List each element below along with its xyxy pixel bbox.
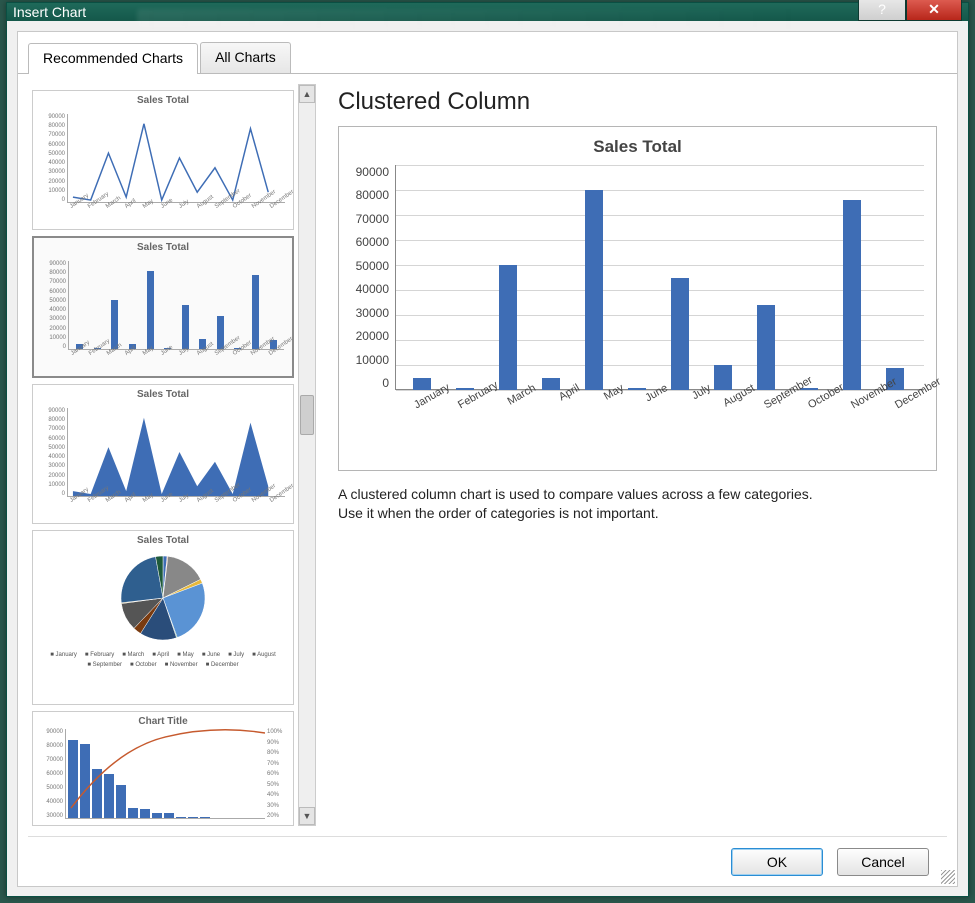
pie-legend: JanuaryFebruaryMarchAprilMayJuneJulyAugu… xyxy=(39,652,287,668)
chart-bars xyxy=(396,165,920,390)
scroll-up-button[interactable]: ▲ xyxy=(299,85,315,103)
chevron-down-icon: ▼ xyxy=(303,811,312,821)
bar xyxy=(542,378,560,391)
bar xyxy=(843,200,861,390)
thumb-pareto-mini: 90000800007000060000500004000030000 100%… xyxy=(39,729,287,819)
titlebar-bg-blur xyxy=(137,9,808,29)
insert-chart-dialog: Insert Chart ? ✕ Recommended Charts All … xyxy=(6,2,969,897)
pie-chart-icon xyxy=(108,548,218,648)
tab-all-charts[interactable]: All Charts xyxy=(200,42,291,73)
x-axis-labels: JanuaryFebruaryMarchAprilMayJuneJulyAugu… xyxy=(395,401,928,413)
window-controls: ? ✕ xyxy=(858,0,962,21)
tab-recommended-charts[interactable]: Recommended Charts xyxy=(28,43,198,74)
bar xyxy=(628,388,646,391)
thumbnail-pareto-chart[interactable]: Chart Title 9000080000700006000050000400… xyxy=(32,711,294,826)
chart-preview[interactable]: Sales Total 9000080000700006000050000400… xyxy=(338,126,937,471)
grid-area xyxy=(395,165,924,390)
thumbnail-pie-chart[interactable]: Sales Total JanuaryFebruaryMarchAprilMay… xyxy=(32,530,294,705)
pareto-line-icon xyxy=(66,729,265,818)
button-label: Cancel xyxy=(861,854,905,870)
desc-line: Use it when the order of categories is n… xyxy=(338,505,659,521)
chart-description: A clustered column chart is used to comp… xyxy=(338,485,937,523)
thumb-title: Sales Total xyxy=(39,535,287,546)
thumb-title: Sales Total xyxy=(39,95,287,106)
titlebar[interactable]: Insert Chart ? ✕ xyxy=(7,3,968,21)
area-chart-icon xyxy=(68,408,285,496)
bar xyxy=(499,265,517,390)
thumb-title: Chart Title xyxy=(39,716,287,727)
chart-title: Sales Total xyxy=(347,137,928,157)
help-icon: ? xyxy=(878,1,886,17)
bar xyxy=(714,365,732,390)
thumb-title: Sales Total xyxy=(40,242,286,253)
tab-label: Recommended Charts xyxy=(43,50,183,66)
tab-label: All Charts xyxy=(215,49,276,65)
chevron-up-icon: ▲ xyxy=(303,89,312,99)
bar xyxy=(456,388,474,391)
preview-panel: Clustered Column Sales Total 90000800007… xyxy=(318,84,947,826)
thumb-area-mini: 9000080000700006000050000400003000020000… xyxy=(39,402,287,517)
desc-line: A clustered column chart is used to comp… xyxy=(338,486,813,502)
chart-body: 9000080000700006000050000400003000020000… xyxy=(347,165,928,425)
tab-bar: Recommended Charts All Charts xyxy=(18,32,957,74)
close-icon: ✕ xyxy=(928,1,940,18)
line-chart-icon xyxy=(68,114,285,202)
plot-area: JanuaryFebruaryMarchAprilMayJuneJulyAugu… xyxy=(395,165,928,425)
thumbnail-area-chart[interactable]: Sales Total 9000080000700006000050000400… xyxy=(32,384,294,524)
dialog-body: Recommended Charts All Charts Sales Tota… xyxy=(17,31,958,887)
button-label: OK xyxy=(767,854,787,870)
chart-type-heading: Clustered Column xyxy=(338,88,937,116)
thumbnail-list[interactable]: Sales Total 9000080000700006000050000400… xyxy=(28,84,298,826)
help-button[interactable]: ? xyxy=(858,0,906,21)
bar xyxy=(413,378,431,391)
window-title: Insert Chart xyxy=(13,4,86,20)
thumbnail-scrollbar[interactable]: ▲ ▼ xyxy=(298,84,316,826)
bar xyxy=(671,278,689,391)
ok-button[interactable]: OK xyxy=(731,848,823,876)
thumbnail-clustered-column[interactable]: Sales Total 9000080000700006000050000400… xyxy=(32,236,294,378)
bar xyxy=(585,190,603,390)
thumb-title: Sales Total xyxy=(39,389,287,400)
y-axis: 9000080000700006000050000400003000020000… xyxy=(347,165,395,390)
cancel-button[interactable]: Cancel xyxy=(837,848,929,876)
thumb-bar-mini: 9000080000700006000050000400003000020000… xyxy=(40,255,286,370)
thumbnails-panel: Sales Total 9000080000700006000050000400… xyxy=(28,84,318,826)
scroll-down-button[interactable]: ▼ xyxy=(299,807,315,825)
close-button[interactable]: ✕ xyxy=(906,0,962,21)
resize-grip[interactable] xyxy=(941,870,955,884)
content-area: Sales Total 9000080000700006000050000400… xyxy=(18,74,957,836)
bar xyxy=(757,305,775,390)
thumb-pie-mini: JanuaryFebruaryMarchAprilMayJuneJulyAugu… xyxy=(39,548,287,698)
scroll-thumb[interactable] xyxy=(300,395,314,435)
thumb-line-mini: 9000080000700006000050000400003000020000… xyxy=(39,108,287,223)
dialog-button-bar: OK Cancel xyxy=(28,836,947,886)
thumbnail-line-chart[interactable]: Sales Total 9000080000700006000050000400… xyxy=(32,90,294,230)
